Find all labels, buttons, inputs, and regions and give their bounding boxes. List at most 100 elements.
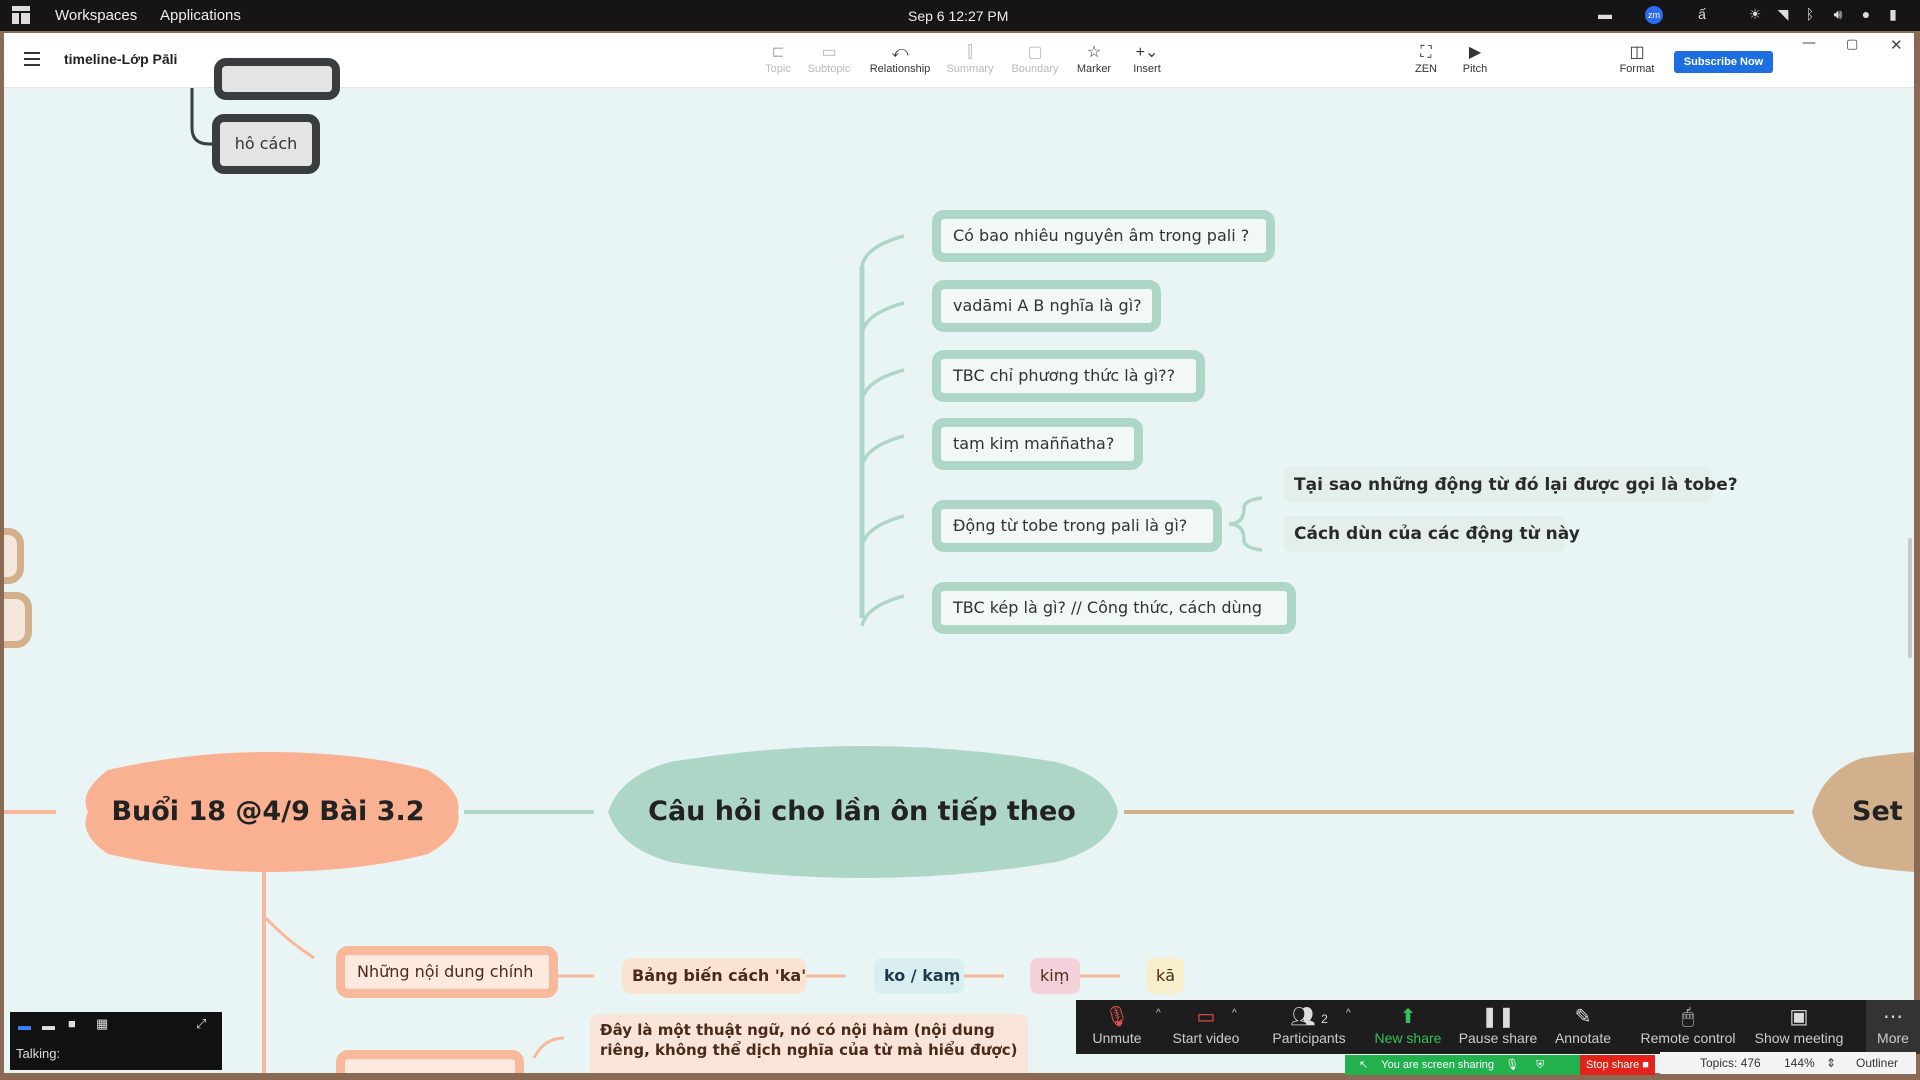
- topic-nhung-noi-dung-chinh[interactable]: Những nội dung chính: [336, 946, 558, 998]
- relationship-icon: ⤺: [891, 44, 909, 61]
- partial-peach-node-bottom[interactable]: [336, 1050, 524, 1073]
- pitch-icon: ▶: [1468, 44, 1482, 61]
- format-button[interactable]: ◫ Format: [1614, 43, 1660, 75]
- subtopic-button[interactable]: ▭ Subtopic: [804, 43, 854, 75]
- boundary-button[interactable]: ▢ Boundary: [1007, 43, 1063, 75]
- topic-buoi-18[interactable]: Buổi 18 @4/9 Bài 3.2: [68, 752, 468, 872]
- stop-share-button[interactable]: Stop share ■: [1580, 1055, 1655, 1075]
- relationship-button[interactable]: ⤺ Relationship: [865, 43, 935, 75]
- note-thuat-ngu[interactable]: Đây là một thuật ngữ, nó có nội hàm (nội…: [590, 1014, 1028, 1073]
- partial-node-left-1[interactable]: [4, 528, 24, 584]
- fullscreen-icon: ⛶: [1420, 44, 1432, 61]
- question-node-2[interactable]: vadāmi A B nghĩa là gì?: [932, 280, 1161, 332]
- outliner-button[interactable]: Outliner: [1856, 1056, 1898, 1070]
- format-panel-icon: ◫: [1629, 44, 1645, 61]
- subscribe-now-button[interactable]: Subscribe Now: [1674, 51, 1773, 73]
- subtopic-tobe-usage[interactable]: Cách dùn của các động từ này: [1284, 516, 1580, 552]
- question-node-1[interactable]: Có bao nhiêu nguyên âm trong pali ?: [932, 210, 1275, 262]
- question-node-4[interactable]: taṃ kiṃ maññatha?: [932, 418, 1143, 470]
- unmute-button[interactable]: 🎙︎ Unmute: [1086, 1004, 1148, 1046]
- stop-icon: ■: [1642, 1059, 1649, 1071]
- share-screen-icon: ⬆: [1399, 1006, 1417, 1028]
- mouse-icon: 🖱︎: [1682, 1006, 1694, 1028]
- more-button[interactable]: ⋯ More: [1866, 1000, 1920, 1054]
- system-top-bar: Workspaces Applications Sep 6 12:27 PM ▬…: [0, 0, 1920, 31]
- topic-ho-cach[interactable]: hô cách: [212, 114, 320, 174]
- topic-button[interactable]: ⊏ Topic: [759, 43, 797, 75]
- zoom-tray-icon[interactable]: zm: [1645, 6, 1663, 24]
- insert-button[interactable]: +⌄ Insert: [1125, 43, 1169, 75]
- video-thumbnail-panel[interactable]: ▬ ▬ ■ ▦ ⤢ Talking:: [10, 1012, 222, 1070]
- partial-node-left-2[interactable]: e: [4, 592, 32, 648]
- question-node-3[interactable]: TBC chỉ phương thức là gì??: [932, 350, 1205, 402]
- pitch-button[interactable]: ▶ Pitch: [1455, 43, 1495, 75]
- large-view-icon[interactable]: ■: [68, 1016, 76, 1031]
- subtopic-icon: ▭: [821, 44, 837, 61]
- show-meeting-button[interactable]: ▣ Show meeting: [1752, 1004, 1846, 1046]
- talking-label: Talking:: [16, 1046, 61, 1061]
- mic-status-icon: 🎙︎: [1505, 1059, 1520, 1071]
- expand-icon[interactable]: ⤢: [196, 1016, 206, 1032]
- more-icon: ⋯: [1883, 1006, 1903, 1028]
- participants-button[interactable]: 👥︎ 2 Participants: [1266, 1004, 1352, 1046]
- remote-control-button[interactable]: 🖱︎ Remote control: [1638, 1004, 1738, 1046]
- keyboard-layout-icon[interactable]: ấ: [1693, 6, 1711, 24]
- question-node-5[interactable]: Động từ tobe trong pali là gì?: [932, 500, 1222, 552]
- menu-icon[interactable]: [24, 51, 40, 70]
- workspaces-menu[interactable]: Workspaces: [55, 7, 137, 24]
- chip-ko-kam[interactable]: ko / kaṃ: [874, 958, 964, 994]
- document-title: timeline-Lớp Pāli: [64, 51, 178, 67]
- taskbar-icon[interactable]: ▬: [1596, 6, 1614, 24]
- thumbnail-toolbar: ▬ ▬ ■ ▦ ⤢: [10, 1012, 222, 1038]
- partial-node-top[interactable]: [214, 58, 340, 100]
- star-icon: ☆: [1086, 44, 1102, 61]
- topic-set-partial[interactable]: Set: [1852, 752, 1914, 872]
- brightness-icon[interactable]: ☀: [1746, 6, 1764, 24]
- volume-icon[interactable]: 🔊︎: [1829, 6, 1847, 24]
- zen-button[interactable]: ⛶ ZEN: [1408, 43, 1444, 75]
- pencil-icon: ✎: [1574, 1006, 1592, 1028]
- subtopic-tobe-why[interactable]: Tại sao những động từ đó lại được gọi là…: [1284, 467, 1738, 503]
- participants-options-icon[interactable]: ^: [1346, 1008, 1351, 1019]
- maximize-icon[interactable]: ▢: [1846, 37, 1858, 52]
- marker-button[interactable]: ☆ Marker: [1071, 43, 1117, 75]
- topic-icon: ⊏: [771, 44, 785, 61]
- minimize-icon[interactable]: —: [1802, 35, 1816, 51]
- zoom-level-stepper-icon[interactable]: ⇕: [1826, 1056, 1836, 1070]
- pause-icon: ❚❚: [1481, 1006, 1515, 1028]
- chip-ka[interactable]: kā: [1146, 958, 1184, 994]
- central-topic[interactable]: Câu hỏi cho lần ôn tiếp theo: [600, 746, 1124, 878]
- muted-microphone-icon: 🎙︎: [1104, 1006, 1130, 1028]
- share-indicator-icon: ↖: [1359, 1059, 1369, 1071]
- wifi-icon[interactable]: ◥: [1774, 6, 1792, 24]
- plus-icon: +⌄: [1135, 44, 1159, 61]
- new-share-button[interactable]: ⬆ New share: [1370, 1004, 1446, 1046]
- gallery-view-icon[interactable]: ▦: [96, 1016, 108, 1032]
- chip-bang-bien-cach[interactable]: Bảng biến cách 'ka': [622, 958, 806, 994]
- shield-icon: ⛨: [1536, 1059, 1545, 1071]
- minimize-thumbnail-icon[interactable]: ▬: [18, 1018, 31, 1033]
- meeting-controls-bar: 🎙︎ Unmute ^ ▭ Start video ^ 👥︎ 2 Participan…: [1076, 1000, 1920, 1054]
- mindmap-canvas[interactable]: hô cách e Có bao nhiêu nguyên âm trong p…: [4, 58, 1914, 1073]
- pause-share-button[interactable]: ❚❚ Pause share: [1456, 1004, 1540, 1046]
- activities-icon[interactable]: [12, 6, 30, 24]
- battery-icon[interactable]: ▮: [1884, 6, 1902, 24]
- meeting-window-icon: ▣: [1789, 1006, 1809, 1028]
- screen-sharing-indicator: ↖ You are screen sharing 🎙︎ ⛨: [1345, 1055, 1580, 1075]
- chip-kim[interactable]: kiṃ: [1030, 958, 1080, 994]
- close-icon[interactable]: ✕: [1890, 36, 1903, 54]
- applications-menu[interactable]: Applications: [160, 7, 241, 24]
- zoom-level[interactable]: 144%: [1784, 1056, 1815, 1070]
- bluetooth-icon[interactable]: ᛒ: [1801, 6, 1819, 24]
- summary-button[interactable]: ⫿ Summary: [944, 43, 996, 75]
- microphone-icon[interactable]: ●: [1857, 6, 1875, 24]
- vertical-scrollbar[interactable]: [1908, 538, 1912, 658]
- topics-count: Topics: 476: [1700, 1056, 1761, 1070]
- annotate-button[interactable]: ✎ Annotate: [1552, 1004, 1614, 1046]
- unmute-options-icon[interactable]: ^: [1156, 1008, 1161, 1019]
- app-status-bar: Topics: 476 144% ⇕ Outliner: [1660, 1052, 1916, 1074]
- question-node-6[interactable]: TBC kép là gì? // Công thức, cách dùng: [932, 582, 1296, 634]
- clock[interactable]: Sep 6 12:27 PM: [908, 8, 1008, 24]
- video-options-icon[interactable]: ^: [1232, 1008, 1237, 1019]
- small-view-icon[interactable]: ▬: [42, 1018, 55, 1033]
